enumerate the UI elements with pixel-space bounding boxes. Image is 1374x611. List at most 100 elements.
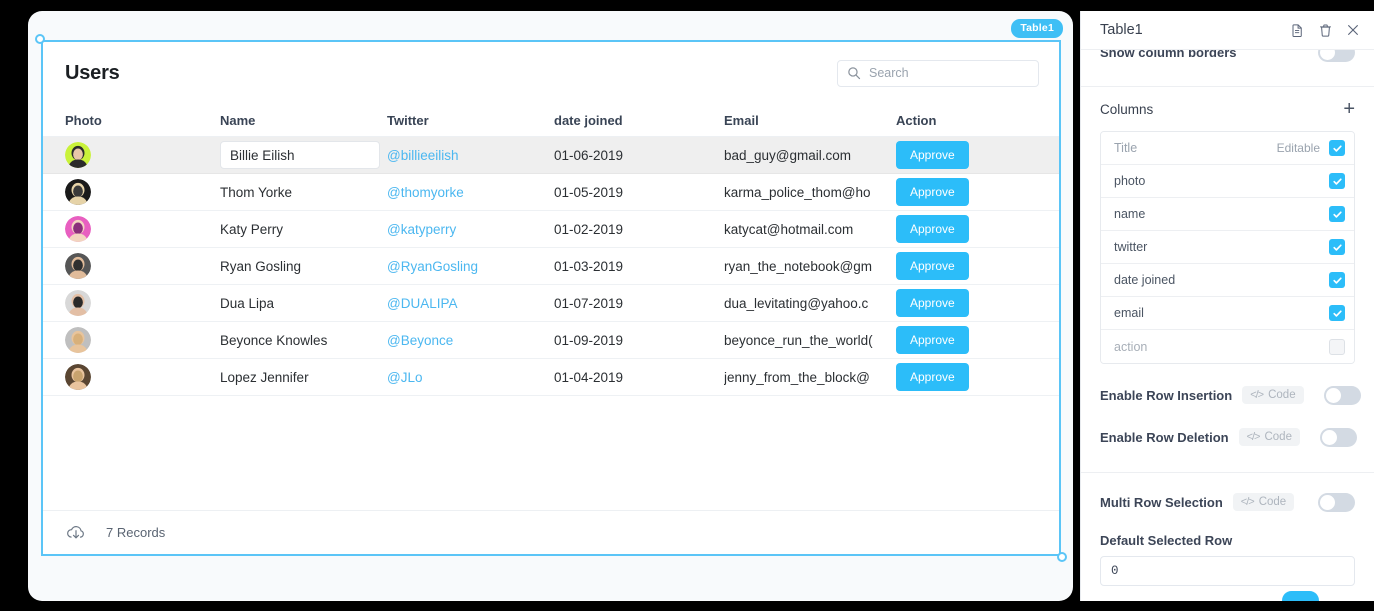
photo-cell [65,327,220,353]
twitter-cell[interactable]: @DUALIPA [387,296,554,311]
name-cell-text: Thom Yorke [220,184,293,200]
columns-list-header[interactable]: Title Editable [1101,132,1354,165]
trash-icon[interactable] [1318,23,1333,38]
name-cell[interactable]: Katy Perry [220,222,387,237]
enable-row-insertion-toggle[interactable] [1323,385,1361,405]
column-header-email[interactable]: Email [724,113,896,128]
email-cell: dua_levitating@yahoo.c [724,295,869,311]
twitter-cell[interactable]: @katyperry [387,222,554,237]
date-joined-cell: 01-07-2019 [554,295,624,311]
column-item-label: twitter [1114,240,1148,254]
columns-list-item[interactable]: email [1101,297,1354,330]
twitter-cell[interactable]: @JLo [387,370,554,385]
name-cell[interactable]: Ryan Gosling [220,259,387,274]
table-body: @billieeilish01-06-2019 bad_guy@gmail.com… [43,137,1059,510]
table-row[interactable]: Katy Perry @katyperry 01-02-2019 katycat@ho… [43,211,1059,248]
twitter-cell[interactable]: @RyanGosling [387,259,554,274]
columns-list-item[interactable]: action [1101,330,1354,363]
default-selected-row-input[interactable]: 0 [1100,556,1355,586]
columns-list-item[interactable]: name [1101,198,1354,231]
approve-button[interactable]: Approve [896,141,969,169]
enable-row-insertion-row[interactable]: Enable Row Insertion </> Code [1081,374,1374,416]
avatar-dua [65,290,91,316]
photo-cell [65,179,220,205]
resize-handle-top-left[interactable] [35,34,45,44]
approve-button[interactable]: Approve [896,178,969,206]
toggle-knob [1321,429,1337,445]
code-icon: </> [1240,496,1255,508]
cloud-download-icon[interactable] [65,524,87,542]
enable-row-deletion-code-button[interactable]: </> Code [1238,428,1300,446]
code-label: Code [1258,496,1287,508]
twitter-cell[interactable]: @thomyorke [387,185,554,200]
email-cell: bad_guy@gmail.com [724,147,852,163]
panel-title: Table1 [1100,22,1143,38]
approve-button[interactable]: Approve [896,252,969,280]
search-input[interactable] [869,66,1029,80]
columns-list: Title Editable photo name twitter date joined… [1100,131,1355,364]
table-row[interactable]: Ryan Gosling @RyanGosling 01-03-2019 ryan_t… [43,248,1059,285]
partially-visible-toggle[interactable] [1282,591,1319,601]
table-title: Users [65,61,120,84]
columns-list-item[interactable]: twitter [1101,231,1354,264]
approve-button[interactable]: Approve [896,215,969,243]
column-item-controls [1329,272,1345,288]
column-visible-checkbox[interactable] [1329,305,1345,321]
columns-list-item[interactable]: photo [1101,165,1354,198]
enable-row-deletion-toggle[interactable] [1319,427,1357,447]
column-header-name[interactable]: Name [220,113,387,128]
table-row[interactable]: Beyonce Knowles @Beyonce 01-09-2019 beyonce… [43,322,1059,359]
table-row[interactable]: Thom Yorke @thomyorke 01-05-2019 karma_poli… [43,174,1059,211]
columns-section-header: Columns + [1081,87,1374,131]
date-joined-cell: 01-04-2019 [554,369,624,385]
column-header-date-joined[interactable]: date joined [554,113,724,128]
twitter-cell[interactable]: @Beyonce [387,333,554,348]
column-visible-checkbox[interactable] [1329,272,1345,288]
name-cell[interactable]: Thom Yorke [220,185,387,200]
table-widget[interactable]: Table1 Users Photo Name Twitter date j [35,19,1067,562]
resize-handle-bottom-right[interactable] [1057,552,1067,562]
avatar-bey [65,327,91,353]
columns-list-item[interactable]: date joined [1101,264,1354,297]
column-header-twitter[interactable]: Twitter [387,113,554,128]
multi-row-selection-toggle[interactable] [1318,492,1355,512]
table-row[interactable]: Dua Lipa @DUALIPA 01-07-2019 dua_levitating… [43,285,1059,322]
search-box[interactable] [837,59,1039,87]
approve-button[interactable]: Approve [896,289,969,317]
name-cell[interactable] [220,141,387,169]
action-cell: Approve [896,326,1036,354]
plus-icon[interactable]: + [1343,99,1355,119]
column-header-action[interactable]: Action [896,113,1036,128]
name-cell[interactable]: Lopez Jennifer [220,370,387,385]
table-row[interactable]: Lopez Jennifer @JLo 01-04-2019 jenny_from_t… [43,359,1059,396]
close-icon[interactable] [1346,23,1360,37]
app-root: Table1 Users Photo Name Twitter date j [0,0,1374,611]
multi-row-selection-code-button[interactable]: </> Code [1232,493,1295,511]
name-cell-text: Dua Lipa [220,295,275,311]
enable-row-deletion-row[interactable]: Enable Row Deletion </> Code [1081,416,1374,458]
column-item-label: email [1114,306,1144,320]
column-visible-checkbox[interactable] [1329,338,1345,355]
duplicate-icon[interactable] [1290,23,1305,38]
column-item-label: Title [1114,141,1138,155]
name-cell-input[interactable] [220,141,380,169]
name-cell[interactable]: Beyonce Knowles [220,333,387,348]
column-header-photo[interactable]: Photo [65,113,220,128]
column-visible-checkbox[interactable] [1329,140,1345,156]
enable-row-insertion-code-button[interactable]: </> Code [1242,386,1304,404]
approve-button[interactable]: Approve [896,326,969,354]
column-visible-checkbox[interactable] [1329,239,1345,255]
column-visible-checkbox[interactable] [1329,206,1345,222]
table-row[interactable]: @billieeilish01-06-2019 bad_guy@gmail.com… [43,137,1059,174]
name-cell[interactable]: Dua Lipa [220,296,387,311]
column-visible-checkbox[interactable] [1329,173,1345,189]
code-label: Code [1264,431,1292,443]
approve-button[interactable]: Approve [896,363,969,391]
column-item-controls [1329,206,1345,222]
widget-name-badge[interactable]: Table1 [1011,19,1063,38]
multi-row-selection-row[interactable]: Multi Row Selection </> Code [1081,481,1374,523]
photo-cell [65,364,220,390]
toggle-knob [1325,387,1341,403]
twitter-cell[interactable]: @billieeilish [387,148,554,163]
name-cell-text: Katy Perry [220,221,284,237]
